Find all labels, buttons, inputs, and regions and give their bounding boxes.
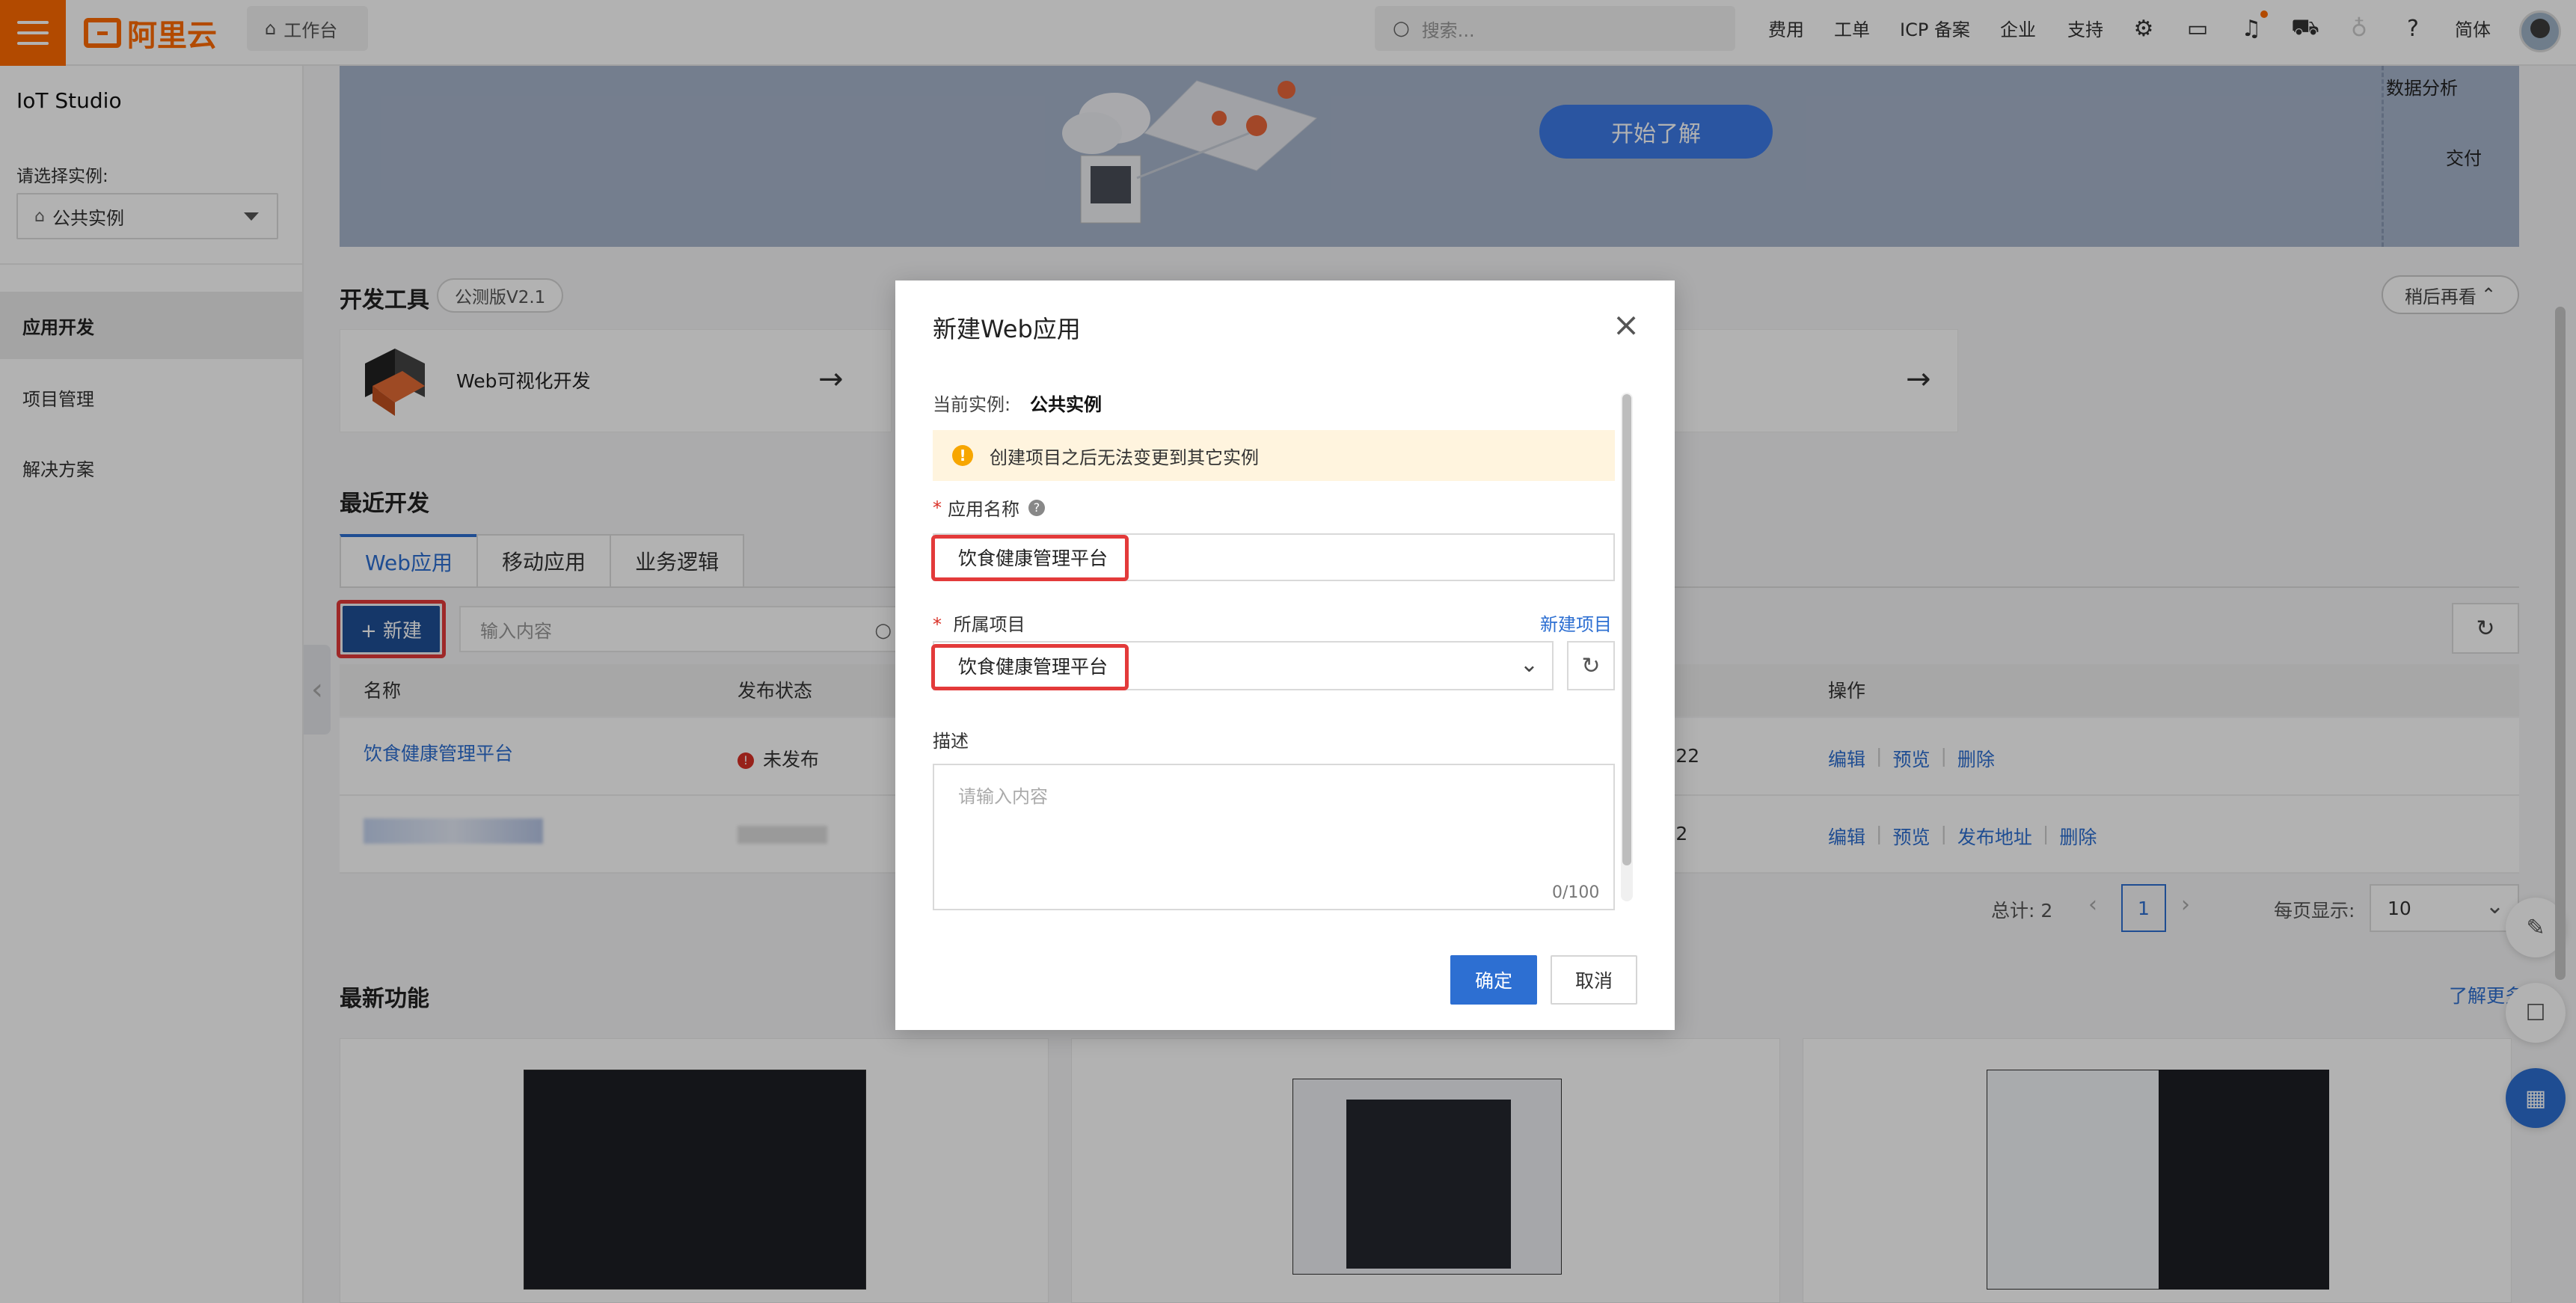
required-asterisk: * [933,614,942,635]
description-label: 描述 [933,731,969,752]
warning-text: 创建项目之后无法变更到其它实例 [990,447,1259,468]
confirm-button[interactable]: 确定 [1450,955,1537,1005]
required-asterisk: * [933,497,942,518]
refresh-projects-button[interactable]: ↻ [1567,641,1615,690]
refresh-icon: ↻ [1581,652,1601,679]
app-name-label: * 应用名称 ? [933,494,1045,521]
chevron-down-icon: ⌄ [1519,652,1539,678]
new-web-app-dialog: 新建Web应用 × 当前实例: 公共实例 ! 创建项目之后无法变更到其它实例 *… [895,280,1675,1030]
app-name-highlight [931,535,1129,581]
warning-icon: ! [952,445,973,466]
close-icon[interactable]: × [1607,306,1645,344]
dialog-title: 新建Web应用 [933,315,1081,343]
dialog-scrollbar[interactable] [1621,393,1633,901]
description-textarea[interactable]: 请输入内容 [933,764,1615,910]
current-instance-label: 当前实例: [933,394,1011,415]
app-name-label-text: 应用名称 [948,499,1019,520]
cancel-button[interactable]: 取消 [1551,955,1637,1005]
description-char-count: 0/100 [1552,883,1600,902]
warning-alert: ! 创建项目之后无法变更到其它实例 [933,430,1615,481]
help-icon[interactable]: ? [1028,499,1045,516]
project-label-text: 所属项目 [953,614,1025,635]
description-placeholder: 请输入内容 [958,786,1048,807]
project-highlight [931,644,1129,690]
project-label: * 所属项目 [933,610,1025,636]
new-project-link[interactable]: 新建项目 [1540,610,1612,636]
current-instance-value: 公共实例 [1030,394,1102,415]
